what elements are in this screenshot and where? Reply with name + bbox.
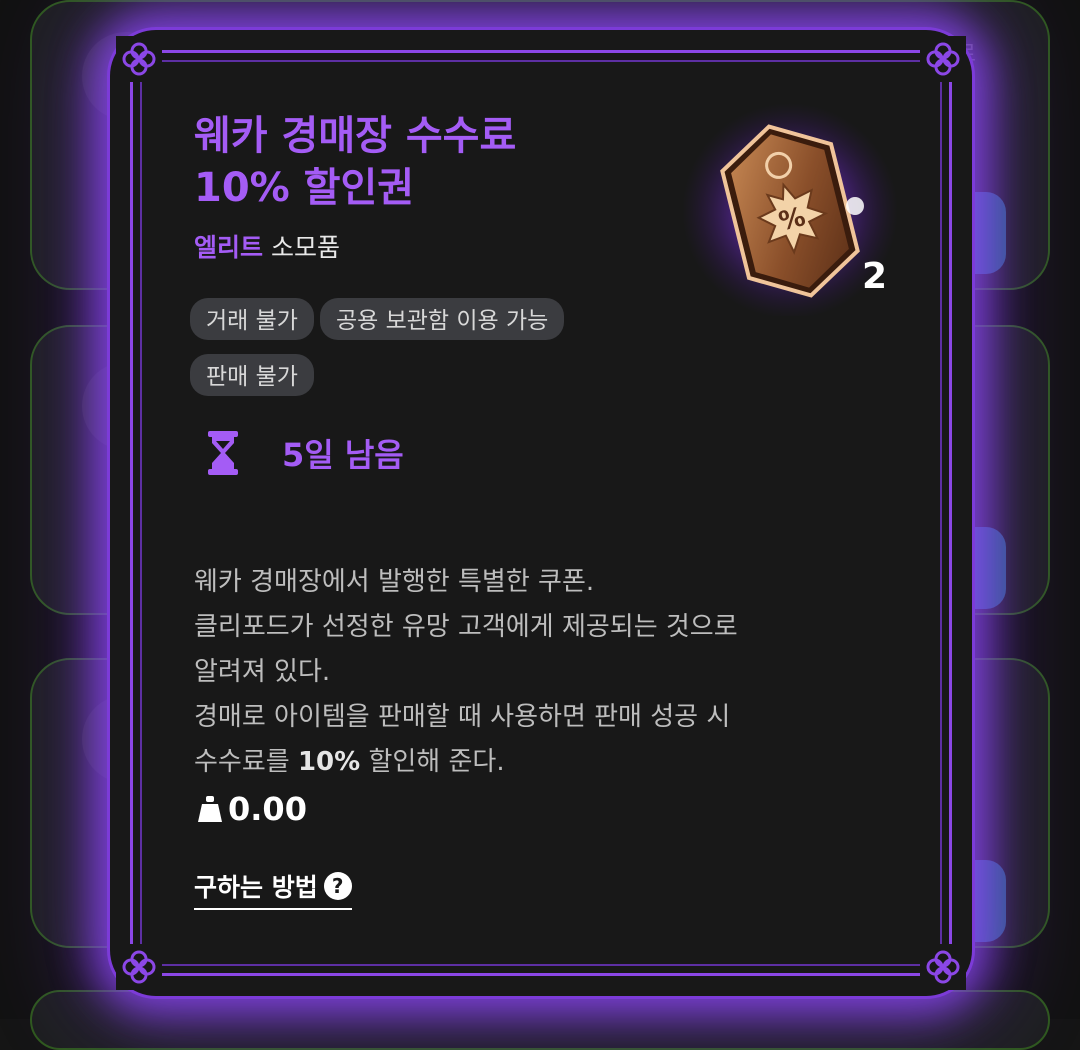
item-count: 2 xyxy=(862,256,887,297)
item-title: 웨카 경매장 수수료 10% 할인권 xyxy=(194,110,634,214)
corner-ornament-icon xyxy=(920,944,966,990)
how-to-get-link[interactable]: 구하는 방법 ? xyxy=(194,868,352,910)
expiry-timer: 5일 남음 xyxy=(206,430,404,476)
item-tooltip: 웨카 경매장 수수료 10% 할인권 엘리트 소모품 xyxy=(110,30,972,996)
item-grade: 엘리트 소모품 xyxy=(194,228,340,264)
sell-price: 0.00 xyxy=(198,790,307,828)
tag-shared-storage: 공용 보관함 이용 가능 xyxy=(320,298,564,340)
how-to-get-label: 구하는 방법 xyxy=(194,868,318,904)
description-line: 수수료를 10% 할인해 준다. xyxy=(194,740,874,785)
item-description: 웨카 경매장에서 발행한 특별한 쿠폰. 클리포드가 선정한 유망 고객에게 제… xyxy=(194,560,874,785)
tag-no-sell: 판매 불가 xyxy=(190,354,314,396)
expiry-text: 5일 남음 xyxy=(282,430,404,476)
corner-ornament-icon xyxy=(116,36,162,82)
item-title-line1: 웨카 경매장 수수료 xyxy=(194,110,634,162)
corner-ornament-icon xyxy=(920,36,966,82)
category-label: 소모품 xyxy=(271,233,340,262)
description-line: 클리포드가 선정한 유망 고객에게 제공되는 것으로 xyxy=(194,605,874,650)
corner-ornament-icon xyxy=(116,944,162,990)
price-value: 0.00 xyxy=(228,790,307,828)
weight-bag-icon xyxy=(198,796,222,822)
mail-list-item[interactable] xyxy=(30,990,1050,1050)
tag-list: 거래 불가공용 보관함 이용 가능 판매 불가 xyxy=(190,298,670,410)
hourglass-icon xyxy=(206,431,240,475)
help-icon: ? xyxy=(324,872,352,900)
grade-label: 엘리트 xyxy=(194,233,263,262)
description-line: 알려져 있다. xyxy=(194,650,874,695)
tag-no-trade: 거래 불가 xyxy=(190,298,314,340)
description-line: 웨카 경매장에서 발행한 특별한 쿠폰. xyxy=(194,560,874,605)
discount-value: 10% xyxy=(298,747,360,777)
item-title-line2: 10% 할인권 xyxy=(194,162,634,214)
description-line: 경매로 아이템을 판매할 때 사용하면 판매 성공 시 xyxy=(194,695,874,740)
